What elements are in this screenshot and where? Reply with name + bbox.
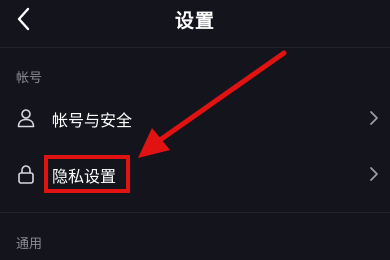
nav-bar: 设置 [0, 0, 390, 40]
section-divider [0, 212, 390, 213]
chevron-right-icon [370, 167, 378, 181]
header-divider [0, 47, 390, 48]
row-label-account-security: 帐号与安全 [52, 111, 133, 130]
chevron-right-icon [370, 111, 378, 125]
row-account-security[interactable]: 帐号与安全 [0, 92, 390, 144]
page-title: 设置 [174, 10, 215, 32]
lock-icon [18, 165, 34, 184]
settings-screen: 设置 帐号 帐号与安全 隐私设置 通用 [0, 0, 390, 260]
section-header-general: 通用 [16, 237, 43, 252]
user-icon [17, 109, 35, 128]
section-header-account: 帐号 [16, 71, 43, 86]
annotation-highlight-box [44, 155, 130, 193]
